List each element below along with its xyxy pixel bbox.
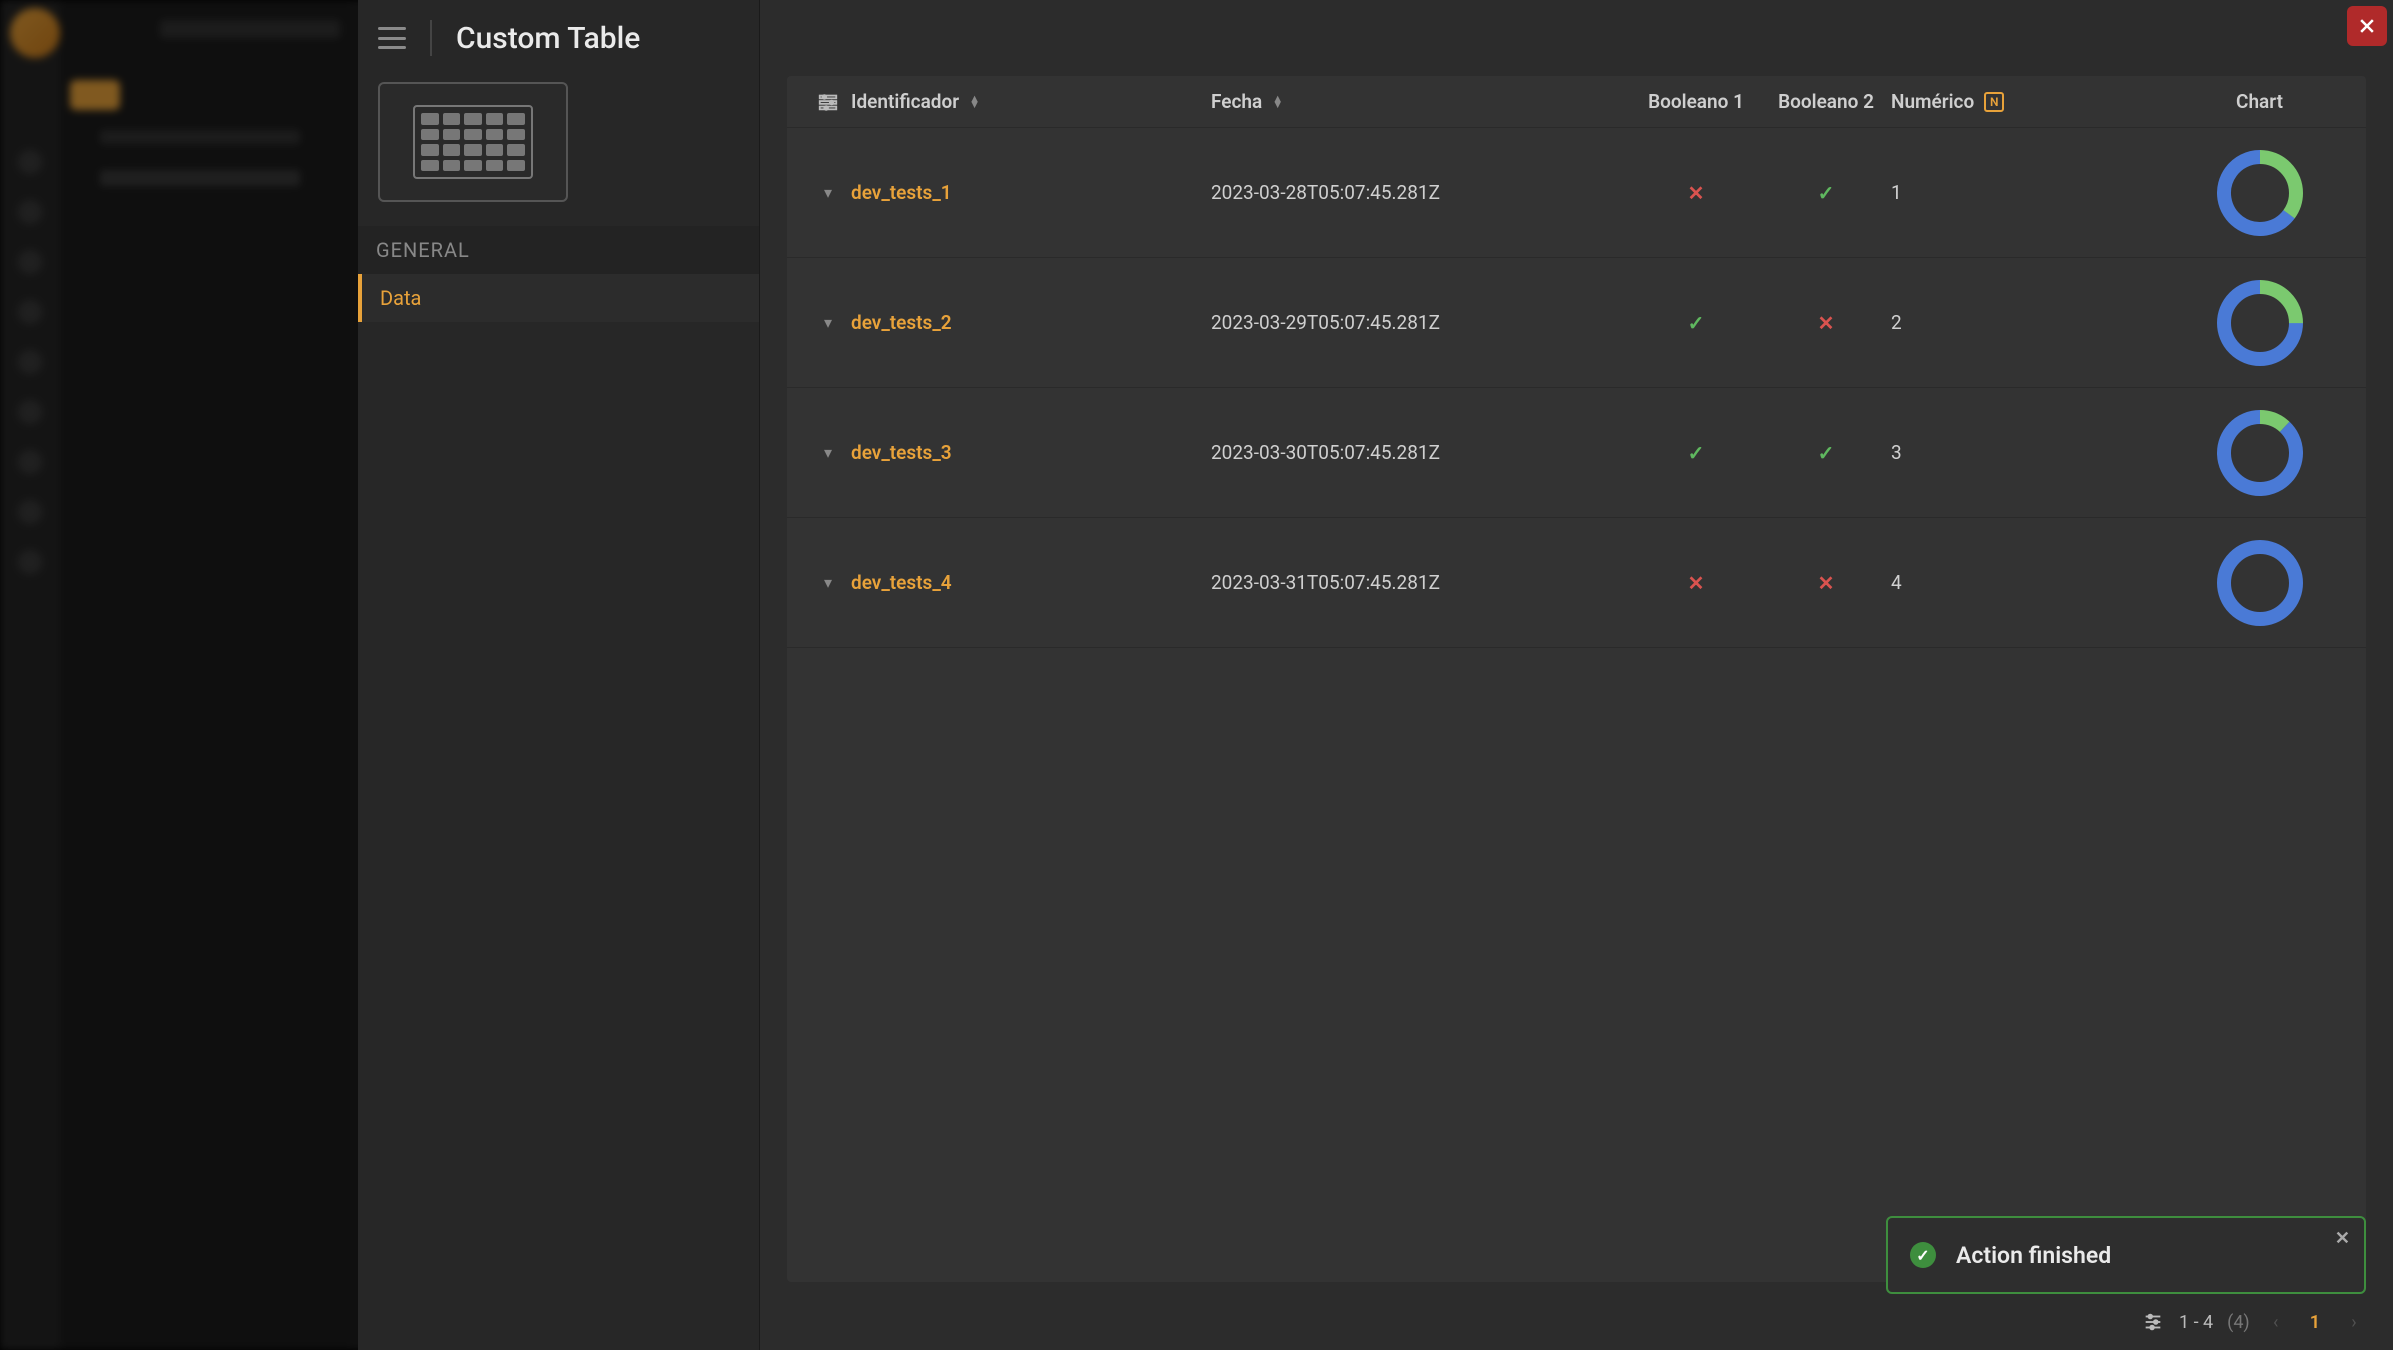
toast-message: Action finished xyxy=(1956,1242,2111,1269)
row-chart xyxy=(2171,280,2348,366)
header-numerico-label: Numérico xyxy=(1891,90,1974,113)
row-id-link[interactable]: dev_tests_1 xyxy=(851,181,952,204)
panel-title: Custom Table xyxy=(456,21,640,56)
toast-close-button[interactable]: ✕ xyxy=(2335,1228,2350,1249)
toast-notification: ✓ Action finished ✕ xyxy=(1886,1216,2366,1294)
table-header-row: Identificador ▲▼ Fecha ▲▼ Booleano 1 Boo… xyxy=(787,76,2366,128)
row-id-link[interactable]: dev_tests_3 xyxy=(851,441,952,464)
pagination-total: (4) xyxy=(2227,1312,2250,1333)
table-grid-icon xyxy=(413,105,533,179)
row-chart xyxy=(2171,150,2348,236)
panel-sidebar: Custom Table ⤡ GENERAL Data xyxy=(358,0,760,1350)
row-numeric: 3 xyxy=(1891,441,1902,464)
row-bool1: ✓ xyxy=(1688,441,1705,465)
row-bool1: ✕ xyxy=(1688,181,1705,205)
menu-icon[interactable] xyxy=(378,27,406,49)
row-expand-icon[interactable]: ▾ xyxy=(824,443,832,462)
widget-thumbnail xyxy=(378,82,568,202)
row-bool1: ✕ xyxy=(1688,571,1705,595)
header-chart: Chart xyxy=(2171,90,2348,113)
header-identificador-label: Identificador xyxy=(851,90,959,113)
row-expand-icon[interactable]: ▾ xyxy=(824,313,832,332)
header-fecha[interactable]: Fecha ▲▼ xyxy=(1211,90,1631,113)
table-row: ▾ dev_tests_3 2023-03-30T05:07:45.281Z ✓… xyxy=(787,388,2366,518)
success-icon: ✓ xyxy=(1910,1242,1936,1268)
row-id-link[interactable]: dev_tests_4 xyxy=(851,571,952,594)
row-id-link[interactable]: dev_tests_2 xyxy=(851,311,952,334)
row-chart xyxy=(2171,410,2348,496)
row-fecha: 2023-03-30T05:07:45.281Z xyxy=(1211,441,1440,464)
header-fecha-label: Fecha xyxy=(1211,90,1262,113)
header-booleano1[interactable]: Booleano 1 xyxy=(1631,90,1761,113)
close-button[interactable] xyxy=(2347,6,2387,46)
panel-main: Identificador ▲▼ Fecha ▲▼ Booleano 1 Boo… xyxy=(760,0,2393,1350)
sort-icon: ▲▼ xyxy=(969,96,980,108)
table-row: ▾ dev_tests_1 2023-03-28T05:07:45.281Z ✕… xyxy=(787,128,2366,258)
numeric-type-icon: N xyxy=(1984,92,2004,112)
row-numeric: 1 xyxy=(1891,181,1902,204)
pagination-settings-icon[interactable] xyxy=(2141,1310,2165,1334)
row-fecha: 2023-03-28T05:07:45.281Z xyxy=(1211,181,1440,204)
row-bool2: ✓ xyxy=(1818,441,1835,465)
sidebar-section-general: GENERAL xyxy=(358,226,759,274)
custom-table-panel: Custom Table ⤡ GENERAL Data Id xyxy=(358,0,2393,1350)
header-numerico[interactable]: Numérico N xyxy=(1891,90,2171,113)
table-row: ▾ dev_tests_2 2023-03-29T05:07:45.281Z ✓… xyxy=(787,258,2366,388)
pagination-prev-button[interactable]: ‹ xyxy=(2264,1310,2288,1334)
row-expand-icon[interactable]: ▾ xyxy=(824,183,832,202)
row-bool2: ✕ xyxy=(1818,311,1835,335)
header-booleano2[interactable]: Booleano 2 xyxy=(1761,90,1891,113)
row-numeric: 4 xyxy=(1891,571,1902,594)
table-footer: 1 - 4 (4) ‹ 1 › xyxy=(787,1294,2366,1350)
table-row: ▾ dev_tests_4 2023-03-31T05:07:45.281Z ✕… xyxy=(787,518,2366,648)
column-settings-icon[interactable] xyxy=(805,91,851,113)
data-table: Identificador ▲▼ Fecha ▲▼ Booleano 1 Boo… xyxy=(787,76,2366,1282)
sort-icon: ▲▼ xyxy=(1272,96,1283,108)
header-booleano1-label: Booleano 1 xyxy=(1648,90,1744,113)
row-fecha: 2023-03-31T05:07:45.281Z xyxy=(1211,571,1440,594)
sidebar-item-data[interactable]: Data xyxy=(358,274,759,322)
header-identificador[interactable]: Identificador ▲▼ xyxy=(851,90,1211,113)
row-bool2: ✓ xyxy=(1818,181,1835,205)
header-chart-label: Chart xyxy=(2236,90,2283,113)
row-numeric: 2 xyxy=(1891,311,1902,334)
pagination-range: 1 - 4 xyxy=(2179,1312,2213,1333)
pagination-current-page: 1 xyxy=(2302,1312,2328,1333)
header-booleano2-label: Booleano 2 xyxy=(1778,90,1874,113)
table-body: ▾ dev_tests_1 2023-03-28T05:07:45.281Z ✕… xyxy=(787,128,2366,1282)
row-bool1: ✓ xyxy=(1688,311,1705,335)
pagination-next-button[interactable]: › xyxy=(2342,1310,2366,1334)
row-chart xyxy=(2171,540,2348,626)
row-expand-icon[interactable]: ▾ xyxy=(824,573,832,592)
row-bool2: ✕ xyxy=(1818,571,1835,595)
row-fecha: 2023-03-29T05:07:45.281Z xyxy=(1211,311,1440,334)
